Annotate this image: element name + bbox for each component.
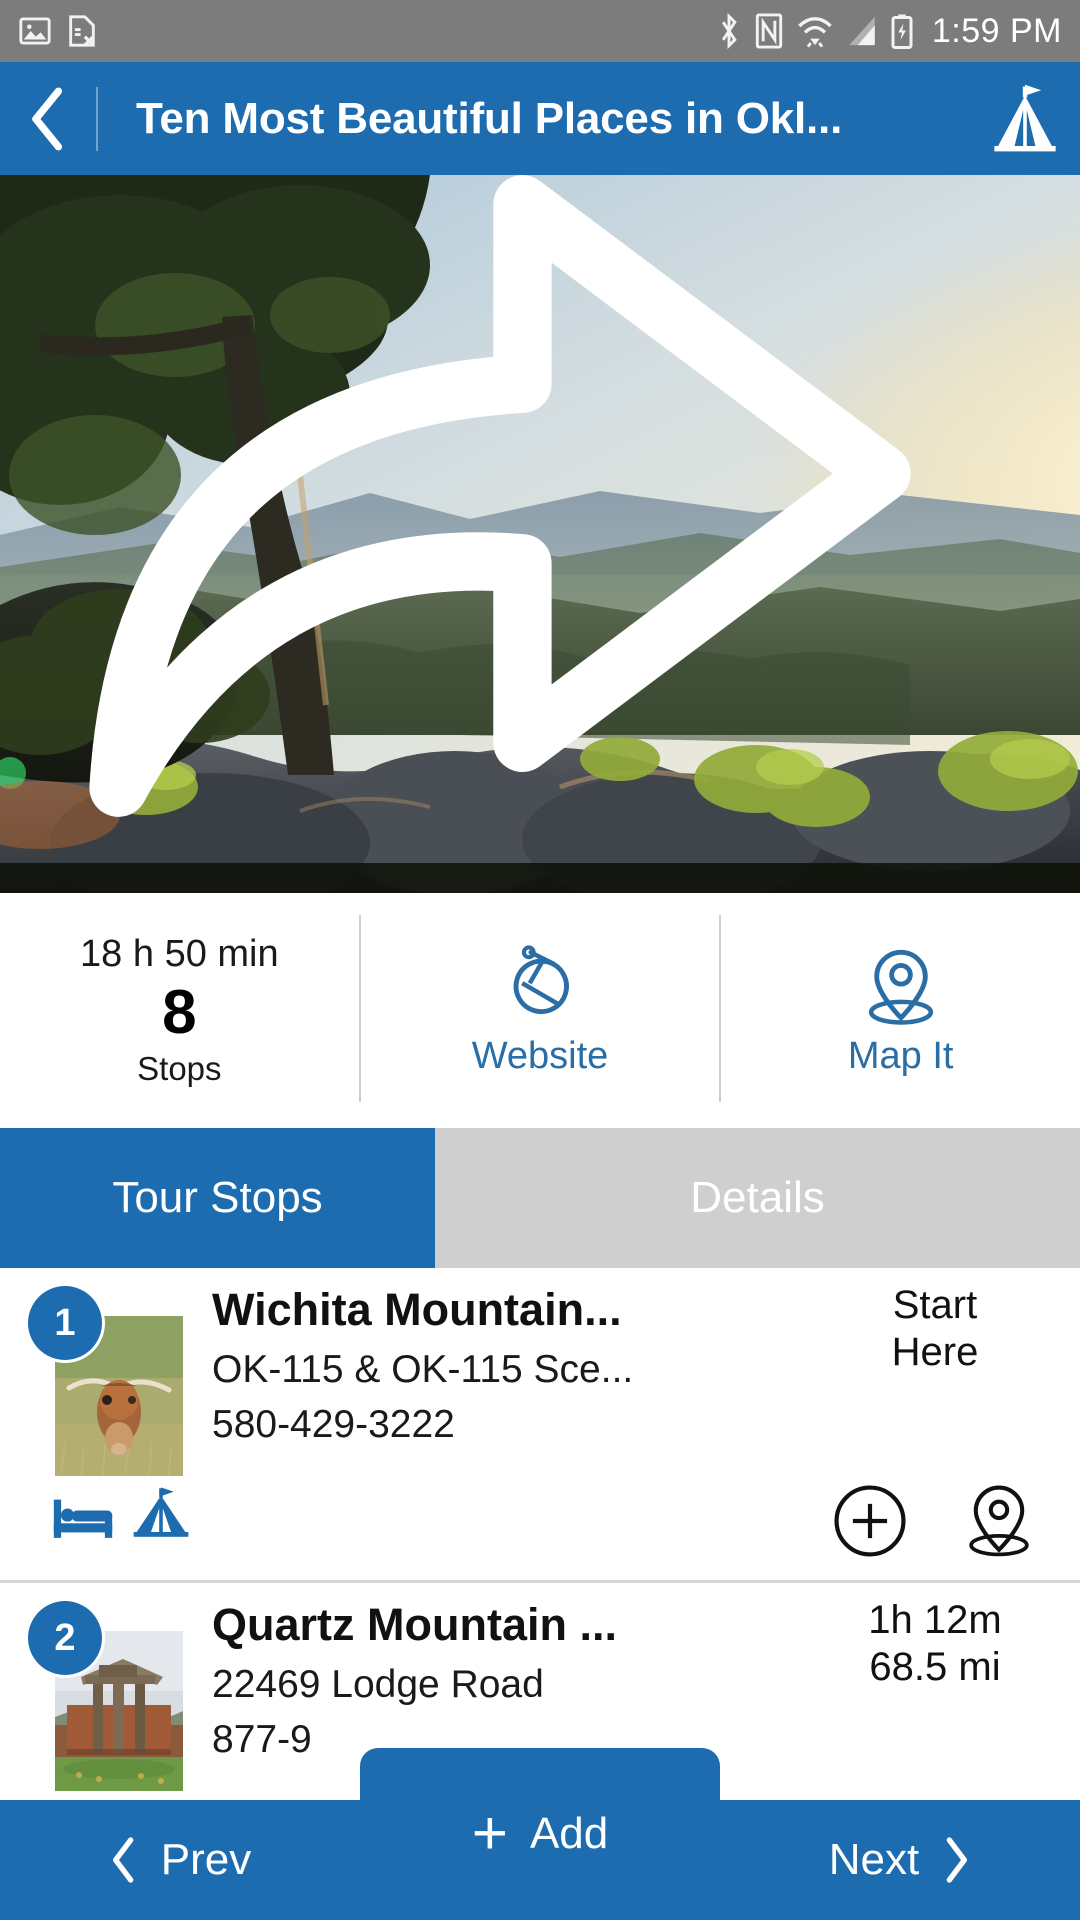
back-chevron-icon [32, 87, 63, 150]
tab-details[interactable]: Details [435, 1128, 1080, 1268]
plus-icon: + [471, 1799, 508, 1868]
next-button[interactable]: Next [720, 1800, 1080, 1920]
stop-phone[interactable]: 580-429-3222 [212, 1401, 790, 1450]
tour-summary-bar: 18 h 50 min 8 Stops Website Map It [0, 893, 1080, 1128]
tab-tour-stops[interactable]: Tour Stops [0, 1128, 435, 1268]
website-button[interactable]: Website [361, 893, 720, 1128]
right-chevron-icon [946, 1837, 968, 1883]
stop-address: 22469 Lodge Road [212, 1663, 544, 1707]
hero-image[interactable]: Share [0, 175, 1080, 893]
stop-meta-line-2: Here [891, 1330, 979, 1375]
stop-action-buttons [790, 1480, 1080, 1562]
stop-number-badge: 2 [28, 1601, 102, 1675]
amenity-icons [52, 1484, 192, 1540]
stop-title: Quartz Mountain ... [212, 1599, 617, 1650]
stop-info: Wichita Mountain... OK-115 & OK-115 Sce.… [212, 1268, 790, 1580]
header-tent-button[interactable] [970, 62, 1080, 175]
stop-meta-actions: Start Here [790, 1268, 1080, 1580]
add-label: Add [529, 1809, 609, 1858]
status-bar: 1:59 PM [0, 0, 1080, 62]
next-label: Next [828, 1835, 920, 1884]
bed-icon [53, 1499, 113, 1538]
table-row[interactable]: 1 Wichita Mountain... OK-115 & OK-115 Sc… [0, 1268, 1080, 1583]
plus-circle-icon[interactable] [832, 1483, 908, 1559]
stop-meta-line-1: Start [892, 1283, 978, 1327]
tour-duration: 18 h 50 min [80, 933, 279, 976]
prev-button[interactable]: Prev [0, 1800, 360, 1920]
status-bar-clock: 1:59 PM [931, 11, 1062, 50]
stop-meta-line-1: 1h 12m [868, 1598, 1002, 1642]
stop-number-badge: 1 [28, 1286, 102, 1360]
battery-charging-icon [891, 14, 913, 49]
back-button[interactable] [0, 62, 96, 175]
stop-thumbnail-area: 1 [0, 1268, 212, 1580]
website-label: Website [471, 1035, 609, 1077]
status-bar-left-icons [18, 14, 98, 48]
sim-card-error-icon [69, 15, 95, 47]
map-it-label: Map It [847, 1035, 954, 1077]
tent-icon [994, 84, 1056, 151]
share-arrow-icon [89, 175, 911, 817]
app-screen: 1:59 PM Ten Most Beautiful Places in Okl… [0, 0, 1080, 1920]
tab-bar: Tour Stops Details [0, 1128, 1080, 1268]
bluetooth-icon [721, 12, 737, 50]
tent-icon [133, 1487, 189, 1537]
wifi-icon [798, 17, 832, 48]
bottom-navigation-bar: Prev Next + Add [0, 1748, 1080, 1920]
map-pin-icon[interactable] [960, 1480, 1038, 1562]
map-it-button[interactable]: Map It [721, 893, 1080, 1128]
share-button[interactable]: Share [0, 175, 1040, 855]
map-pin-icon [868, 949, 933, 1025]
stop-meta-line-2: 68.5 mi [869, 1645, 1001, 1690]
page-title: Ten Most Beautiful Places in Okl... [136, 93, 843, 143]
tour-stops-label: Stops [137, 1049, 222, 1087]
nfc-icon [755, 13, 783, 49]
status-bar-right-icons: 1:59 PM [716, 12, 1062, 51]
prev-label: Prev [160, 1835, 252, 1884]
app-header: Ten Most Beautiful Places in Okl... [0, 62, 1080, 175]
stop-address: OK-115 & OK-115 Sce... [212, 1348, 634, 1392]
mouse-icon [513, 945, 569, 1015]
stop-title: Wichita Mountain... [212, 1284, 622, 1335]
tour-duration-stops: 18 h 50 min 8 Stops [0, 893, 359, 1128]
left-chevron-icon [112, 1837, 134, 1883]
add-button[interactable]: + Add [360, 1748, 720, 1920]
image-icon [19, 17, 51, 45]
cellular-signal-icon [849, 16, 875, 46]
tour-stop-count: 8 [162, 978, 197, 1048]
